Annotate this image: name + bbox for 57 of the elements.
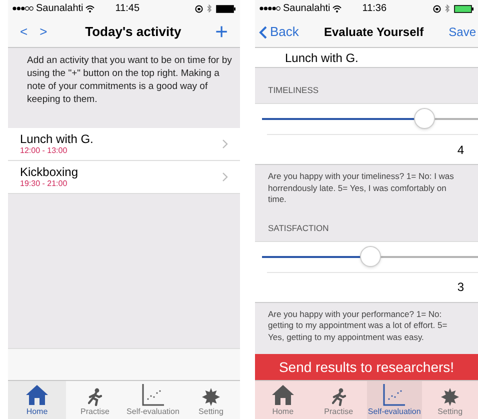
wifi-icon (85, 4, 96, 12)
slider-thumb[interactable] (414, 108, 435, 129)
next-day-button[interactable]: > (36, 22, 52, 42)
carrier-name: Saunalahti (283, 2, 330, 16)
screen-title: Today's activity (84, 23, 182, 42)
scatter-chart-icon (383, 384, 406, 406)
house-icon (25, 384, 49, 406)
activity-row[interactable]: Kickboxing 19:30 - 21:00 (8, 161, 240, 194)
tab-item[interactable]: Home (255, 381, 311, 419)
gear-icon (441, 388, 460, 406)
tab-item[interactable]: Setting (182, 381, 240, 419)
signal-icon (259, 6, 281, 11)
question-note: Are you happy with your performance? 1= No: getting to my appointment was a lot of effort. 5= Yes, getting to my appointment was easy. (255, 302, 478, 353)
running-person-icon (332, 388, 346, 406)
info-text: Add an activity that you want to be on time for by using the "+" button on the top right. Making a note of your commitments is a good way of keeping to them. (26, 54, 233, 107)
rotation-lock-icon (195, 4, 203, 12)
wifi-icon (332, 4, 342, 12)
activity-title: Kickboxing (20, 165, 80, 179)
activity-time: 12:00 - 13:00 (20, 146, 68, 156)
activity-time: 19:30 - 21:00 (20, 179, 68, 189)
chevron-icon (222, 139, 228, 149)
battery-icon (216, 4, 236, 12)
tab-item[interactable]: Setting (422, 381, 478, 419)
previous-day-button[interactable]: < (16, 22, 32, 42)
status-time: 11:36 (362, 2, 387, 16)
bluetooth-icon (207, 4, 212, 13)
section-heading: SATISFACTION (268, 222, 329, 234)
tab-item[interactable]: Self-evaluation (124, 381, 182, 419)
activity-row[interactable]: Lunch with G. 12:00 - 13:00 (8, 128, 240, 161)
back-chevron-icon (259, 26, 267, 38)
back-button[interactable]: Back (259, 22, 299, 42)
status-time: 11:45 (115, 2, 140, 16)
battery-icon (454, 4, 474, 12)
send-results-button[interactable]: Send results to researchers! (255, 354, 478, 380)
rotation-lock-icon (433, 4, 441, 12)
screen-title: Evaluate Yourself (322, 24, 425, 41)
slider-value: 3 (457, 279, 464, 296)
slider-thumb[interactable] (360, 246, 381, 266)
save-button[interactable]: Save (448, 23, 478, 41)
running-person-icon (88, 388, 102, 406)
tab-item[interactable]: Practise (66, 381, 124, 419)
carrier-name: Saunalahti (36, 2, 84, 16)
bluetooth-icon (445, 4, 450, 13)
chevron-icon (222, 172, 228, 182)
add-button[interactable]: + (211, 21, 232, 43)
section-heading: TIMELINESS (268, 84, 319, 97)
scatter-chart-icon (142, 384, 164, 406)
signal-icon (12, 6, 34, 11)
gear-icon (202, 388, 220, 406)
activity-title: Lunch with G. (20, 132, 94, 146)
activity-title: Lunch with G. (285, 50, 358, 66)
slider-value: 4 (457, 142, 464, 158)
tab-item[interactable]: Self-evaluation (366, 381, 422, 419)
question-note: Are you happy with your timeliness? 1= No: I was horrendously late. 5= Yes, I was comfortably on time. (255, 164, 478, 206)
tab-item[interactable]: Home (8, 381, 66, 419)
house-icon (270, 384, 295, 406)
tab-item[interactable]: Practise (310, 381, 366, 419)
